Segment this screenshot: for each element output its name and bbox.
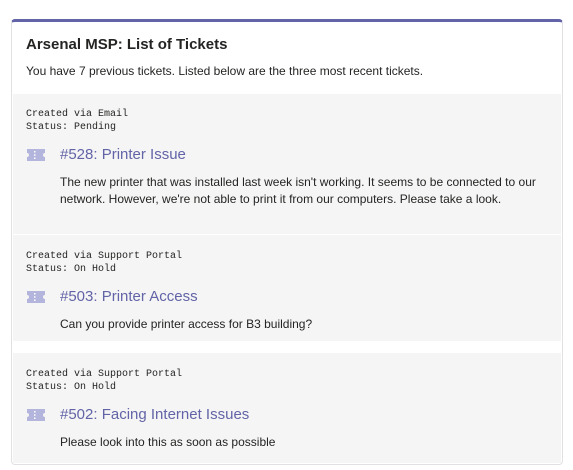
ticket-title-link[interactable]: #502: Facing Internet Issues — [60, 405, 249, 425]
ticket-icon — [27, 409, 45, 421]
ticket-item: Created via Support Portal Status: On Ho… — [13, 353, 561, 463]
ticket-created-via: Created via Email — [26, 109, 129, 120]
ticket-title-row: #502: Facing Internet Issues — [26, 404, 548, 426]
ticket-description: Please look into this as soon as possibl… — [60, 435, 276, 449]
ticket-status: Status: On Hold — [26, 264, 117, 275]
ticket-meta: Created via Email Status: Pending — [26, 94, 548, 134]
ticket-title-link[interactable]: #503: Printer Access — [60, 287, 198, 307]
card-title: Arsenal MSP: List of Tickets — [26, 36, 228, 53]
ticket-description: Can you provide printer access for B3 bu… — [60, 317, 313, 331]
ticket-status: Status: On Hold — [26, 382, 117, 393]
ticket-meta: Created via Support Portal Status: On Ho… — [26, 235, 548, 276]
ticket-icon — [27, 291, 45, 303]
ticket-item: Created via Support Portal Status: On Ho… — [13, 235, 561, 341]
ticket-meta: Created via Support Portal Status: On Ho… — [26, 353, 548, 394]
ticket-created-via: Created via Support Portal — [26, 251, 183, 262]
ticket-title-row: #503: Printer Access — [26, 286, 548, 308]
ticket-item: Created via Email Status: Pending #528: … — [13, 94, 561, 234]
ticket-list-card: Arsenal MSP: List of Tickets You have 7 … — [11, 19, 563, 465]
ticket-title-link[interactable]: #528: Printer Issue — [60, 145, 186, 165]
ticket-title-row: #528: Printer Issue — [26, 144, 548, 166]
ticket-icon — [27, 149, 45, 161]
card-subtitle: You have 7 previous tickets. Listed belo… — [26, 64, 424, 78]
ticket-status: Status: Pending — [26, 122, 117, 133]
ticket-created-via: Created via Support Portal — [26, 369, 183, 380]
ticket-description: The new printer that was installed last … — [60, 175, 536, 206]
card-header: Arsenal MSP: List of Tickets You have 7 … — [12, 22, 562, 79]
